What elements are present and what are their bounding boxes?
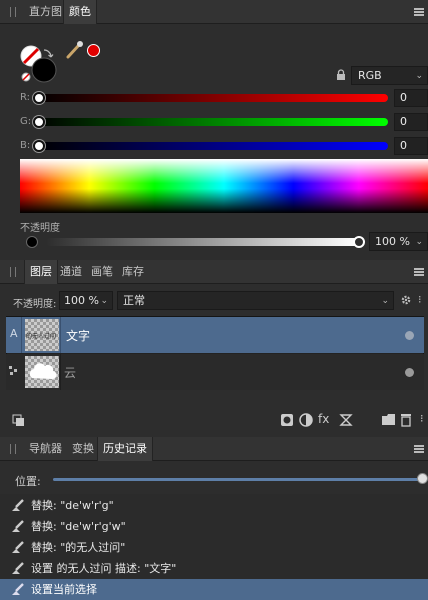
opacity-label: 不透明度 (20, 223, 60, 234)
layer-visibility-dot[interactable] (405, 331, 414, 340)
blue-value-field[interactable]: 0 (394, 137, 428, 155)
panel-grip[interactable] (10, 267, 16, 277)
more-icon[interactable]: ⁝ (420, 412, 424, 425)
tab-navigator[interactable]: 导航器 (24, 437, 67, 461)
opacity-slider-handle[interactable] (353, 236, 365, 248)
blue-slider-handle[interactable] (33, 140, 45, 152)
layer-thumbnail: 的无人过问 (25, 319, 59, 351)
opacity-zero-icon (26, 236, 38, 248)
layer-row-cloud[interactable]: 云 (6, 354, 424, 390)
gear-icon[interactable] (400, 294, 412, 306)
opacity-value-field[interactable]: 100 % ⌄ (369, 232, 428, 251)
chevron-down-icon: ⌄ (415, 236, 423, 247)
tab-layers[interactable]: 图层 (24, 260, 58, 284)
layer-opacity-field[interactable]: 100 % ⌄ (59, 291, 113, 310)
history-entry[interactable]: 替换: "的无人过问" (0, 537, 428, 558)
thumbnail-text: 的无人过问 (26, 333, 57, 340)
color-spectrum[interactable] (20, 159, 428, 213)
history-entry[interactable]: 设置 的无人过问 描述: "文字" (0, 558, 428, 579)
mask-icon[interactable] (280, 413, 294, 427)
layer-thumbnail (25, 356, 59, 388)
color-model-value: RGB (358, 69, 382, 82)
tab-color[interactable]: 颜色 (63, 0, 97, 24)
row-divider (60, 354, 61, 390)
layer-name[interactable]: 云 (64, 364, 76, 381)
green-value-field[interactable]: 0 (394, 113, 428, 131)
lock-icon[interactable] (335, 69, 347, 81)
adjustment-icon[interactable] (299, 413, 313, 427)
history-entry-selected[interactable]: 设置当前选择 (0, 579, 428, 600)
tab-brushes[interactable]: 画笔 (86, 260, 118, 284)
tab-channels[interactable]: 通道 (55, 260, 87, 284)
brush-icon (12, 541, 24, 553)
tab-histogram[interactable]: 直方图 (24, 0, 67, 24)
panel-menu-icon[interactable] (414, 445, 424, 453)
tab-transform[interactable]: 变换 (67, 437, 99, 461)
brush-icon (12, 520, 24, 532)
color-panel-tabbar: 直方图 颜色 (0, 0, 428, 24)
brush-icon (12, 562, 24, 574)
text-layer-badge: A (10, 327, 18, 340)
history-entry-label: 替换: "的无人过问" (31, 541, 126, 554)
history-position-label: 位置: (15, 475, 41, 488)
panel-menu-icon[interactable] (414, 268, 424, 276)
panel-grip[interactable] (10, 7, 16, 17)
green-slider[interactable] (36, 118, 388, 126)
history-entry-label: 设置 的无人过问 描述: "文字" (31, 562, 177, 575)
blue-slider[interactable] (36, 142, 388, 150)
chevron-down-icon: ⌄ (381, 295, 389, 306)
tab-library[interactable]: 库存 (117, 260, 149, 284)
panel-menu-icon[interactable] (414, 8, 424, 16)
history-entry[interactable]: 替换: "de'w'r'g" (0, 495, 428, 516)
layer-opacity-value: 100 % (64, 294, 99, 307)
layers-panel-tabbar: 图层 通道 画笔 库存 (0, 260, 428, 284)
layer-visibility-dot[interactable] (405, 368, 414, 377)
cloud-thumbnail-icon (29, 363, 57, 380)
history-panel-tabbar: 导航器 变换 历史记录 (0, 437, 428, 461)
blend-mode-select[interactable]: 正常 ⌄ (117, 291, 394, 310)
layer-stack-icon[interactable] (12, 414, 26, 428)
picked-color-swatch (87, 44, 100, 57)
tab-history[interactable]: 历史记录 (97, 437, 153, 461)
chevron-down-icon: ⌄ (415, 70, 423, 81)
history-position-handle[interactable] (417, 473, 428, 484)
fill-stroke-icon (20, 45, 57, 83)
live-filter-icon[interactable] (339, 413, 353, 427)
history-entry-label: 替换: "de'w'r'g'w" (31, 520, 126, 533)
green-label: G: (20, 116, 32, 127)
chevron-down-icon: ⌄ (100, 295, 108, 306)
history-entry-label: 设置当前选择 (31, 583, 97, 596)
fill-stroke-swatches[interactable] (20, 44, 60, 84)
panel-grip[interactable] (10, 444, 16, 454)
fx-icon[interactable]: fx (318, 412, 329, 426)
folder-icon[interactable] (381, 413, 396, 426)
trash-icon[interactable] (400, 413, 412, 427)
brush-icon (12, 583, 24, 595)
color-picker-icon[interactable] (65, 40, 85, 60)
layer-name[interactable]: 文字 (66, 327, 90, 344)
red-slider[interactable] (36, 94, 388, 102)
more-icon[interactable]: ⁝ (418, 293, 422, 306)
red-value-field[interactable]: 0 (394, 89, 428, 107)
blue-label: B: (20, 140, 31, 151)
opacity-slider[interactable] (46, 238, 358, 246)
row-divider (21, 317, 22, 353)
layer-opacity-label: 不透明度: (13, 299, 57, 310)
green-slider-handle[interactable] (33, 116, 45, 128)
history-entry-label: 替换: "de'w'r'g" (31, 499, 114, 512)
red-label: R: (20, 92, 31, 103)
history-entry[interactable]: 替换: "de'w'r'g'w" (0, 516, 428, 537)
red-slider-handle[interactable] (33, 92, 45, 104)
layer-row-text[interactable]: A 的无人过问 文字 (6, 317, 424, 353)
color-model-select[interactable]: RGB ⌄ (351, 66, 428, 85)
brush-icon (12, 499, 24, 511)
history-position-slider[interactable] (53, 478, 424, 481)
opacity-value: 100 % (375, 235, 410, 248)
pixel-layer-icon (9, 365, 18, 375)
row-divider (60, 317, 61, 353)
blend-mode-value: 正常 (123, 294, 145, 307)
